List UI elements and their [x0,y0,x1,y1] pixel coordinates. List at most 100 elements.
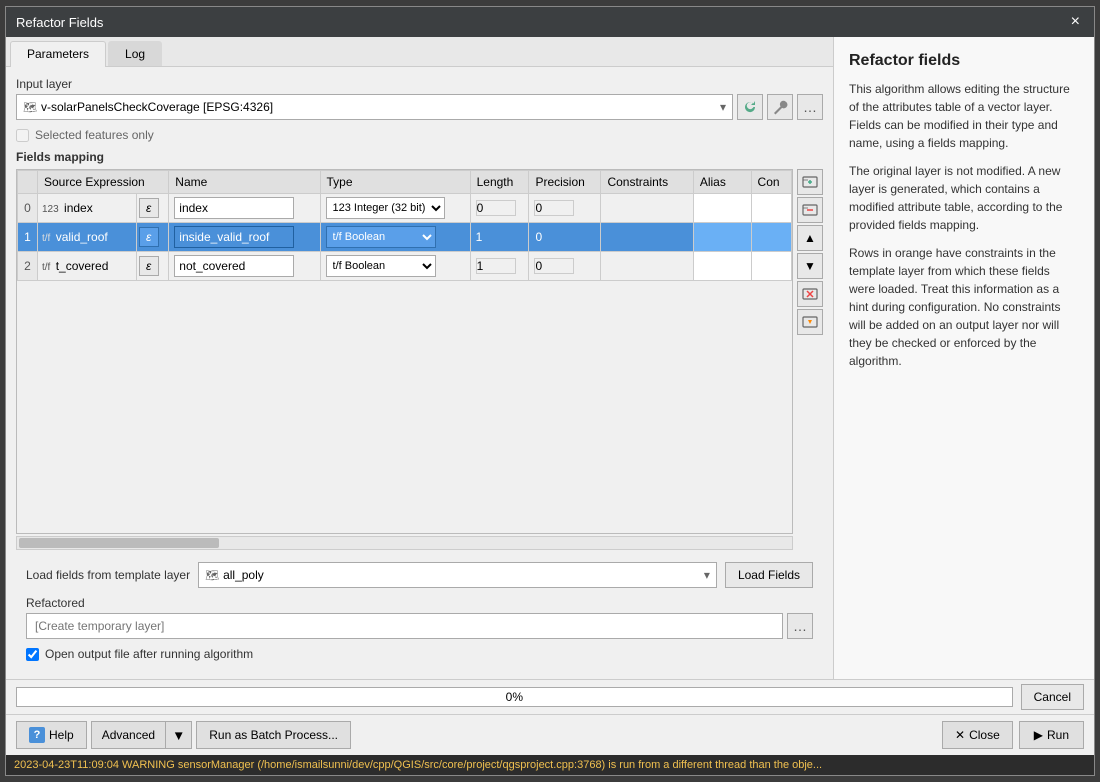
bottom-section: Load fields from template layer 🗺 all_po… [16,554,823,669]
load-fields-button[interactable]: Load Fields [725,562,813,588]
type-cell-2[interactable]: t/f Boolean [320,252,470,281]
source-cell-1: t/f valid_roof [38,223,137,252]
constraints-cell-2 [601,252,693,281]
move-field-down-button[interactable]: ▼ [797,253,823,279]
run-label: Run [1047,728,1069,742]
input-layer-select-wrapper[interactable]: 🗺 v-solarPanelsCheckCoverage [EPSG:4326]… [16,94,733,120]
refactored-browse-button[interactable]: … [787,613,813,639]
expression-button-0[interactable]: ε [139,198,159,218]
expression-button-2[interactable]: ε [139,256,159,276]
template-chevron-icon: ▾ [704,568,710,582]
fields-table-container[interactable]: Source Expression Name Type Length Preci… [16,169,793,534]
name-cell-0[interactable] [169,194,320,223]
tab-bar: Parameters Log [6,37,833,67]
con-cell-1 [751,223,791,252]
precision-cell-2[interactable] [529,252,601,281]
name-input-0[interactable] [174,197,294,219]
window-close-button[interactable]: × [1067,14,1084,30]
type-select-0[interactable]: 123 Integer (32 bit) [326,197,445,219]
precision-input-2[interactable] [534,258,574,274]
open-output-label: Open output file after running algorithm [45,647,253,661]
type-select-2[interactable]: t/f Boolean [326,255,436,277]
table-section: Source Expression Name Type Length Preci… [16,169,793,550]
length-cell-2[interactable] [470,252,529,281]
reset-fields-button[interactable] [797,309,823,335]
batch-process-button[interactable]: Run as Batch Process... [196,721,351,749]
advanced-dropdown-button[interactable]: ▼ [166,721,192,749]
source-expr-btn-0[interactable]: ε [136,194,169,223]
progress-text: 0% [506,690,523,704]
close-dialog-label: Close [969,728,1000,742]
col-num [18,171,38,194]
type-select-1[interactable]: t/f Boolean [326,226,436,248]
name-cell-1[interactable] [169,223,320,252]
titlebar: Refactor Fields × [6,7,1094,37]
source-cell-2: t/f t_covered [38,252,137,281]
source-type-icon-1: t/f [42,233,50,244]
fields-table: Source Expression Name Type Length Preci… [17,170,792,281]
cancel-button[interactable]: Cancel [1021,684,1084,710]
selected-features-row: Selected features only [16,128,823,142]
help-title: Refactor fields [849,52,1079,70]
source-expr-btn-2[interactable]: ε [136,252,169,281]
clear-icon [802,286,818,302]
up-arrow-icon: ▲ [804,231,816,245]
expression-button-1[interactable]: ε [139,227,159,247]
length-cell-0[interactable] [470,194,529,223]
name-input-2[interactable] [174,255,294,277]
table-row: 2 t/f t_covered ε [18,252,792,281]
move-field-up-button[interactable]: ▲ [797,225,823,251]
right-panel: Refactor fields This algorithm allows ed… [834,37,1094,679]
help-para-1: The original layer is not modified. A ne… [849,162,1079,234]
name-cell-2[interactable] [169,252,320,281]
refactor-fields-dialog: Refactor Fields × Parameters Log Input l… [5,6,1095,776]
type-cell-1[interactable]: t/f Boolean [320,223,470,252]
help-para-0: This algorithm allows editing the struct… [849,80,1079,152]
progress-bar: 0% [16,687,1013,707]
horizontal-scrollbar[interactable] [16,536,793,550]
precision-cell-1[interactable]: 0 [529,223,601,252]
dialog-title: Refactor Fields [16,15,103,30]
refresh-layer-button[interactable] [737,94,763,120]
length-input-0[interactable] [476,200,516,216]
open-output-checkbox[interactable] [26,648,39,661]
advanced-button[interactable]: Advanced [91,721,166,749]
selected-features-label: Selected features only [35,128,154,142]
col-name: Name [169,171,320,194]
input-layer-label: Input layer [16,77,823,91]
tab-log[interactable]: Log [108,41,162,66]
help-label: Help [49,728,74,742]
template-layer-select-wrapper[interactable]: 🗺 all_poly ▾ [198,562,717,588]
advanced-arrow-icon: ▼ [172,728,185,743]
table-row: 0 123 index ε [18,194,792,223]
close-dialog-button[interactable]: ✕ Close [942,721,1013,749]
close-dialog-icon: ✕ [955,728,965,742]
more-layer-button[interactable]: … [797,94,823,120]
help-button[interactable]: ? Help [16,721,87,749]
source-value-1: valid_roof [56,230,108,244]
type-cell-0[interactable]: 123 Integer (32 bit) [320,194,470,223]
dialog-footer: 0% Cancel ? Help Advanced ▼ [6,679,1094,775]
run-button[interactable]: ▶ Run [1019,721,1084,749]
alias-cell-1 [693,223,751,252]
name-input-1[interactable] [174,226,294,248]
precision-input-0[interactable] [534,200,574,216]
down-arrow-icon: ▼ [804,259,816,273]
precision-cell-0[interactable] [529,194,601,223]
col-precision: Precision [529,171,601,194]
tab-parameters[interactable]: Parameters [10,41,106,67]
add-field-button[interactable] [797,169,823,195]
clear-fields-button[interactable] [797,281,823,307]
length-cell-1[interactable]: 1 [470,223,529,252]
template-layer-row: Load fields from template layer 🗺 all_po… [26,562,813,588]
alias-cell-0 [693,194,751,223]
delete-field-button[interactable] [797,197,823,223]
row-num-0: 0 [18,194,38,223]
chevron-down-icon: ▾ [720,100,726,114]
settings-layer-button[interactable] [767,94,793,120]
length-input-2[interactable] [476,258,516,274]
source-expr-btn-1[interactable]: ε [136,223,169,252]
selected-features-checkbox[interactable] [16,129,29,142]
col-con: Con [751,171,791,194]
refactored-input[interactable] [26,613,783,639]
